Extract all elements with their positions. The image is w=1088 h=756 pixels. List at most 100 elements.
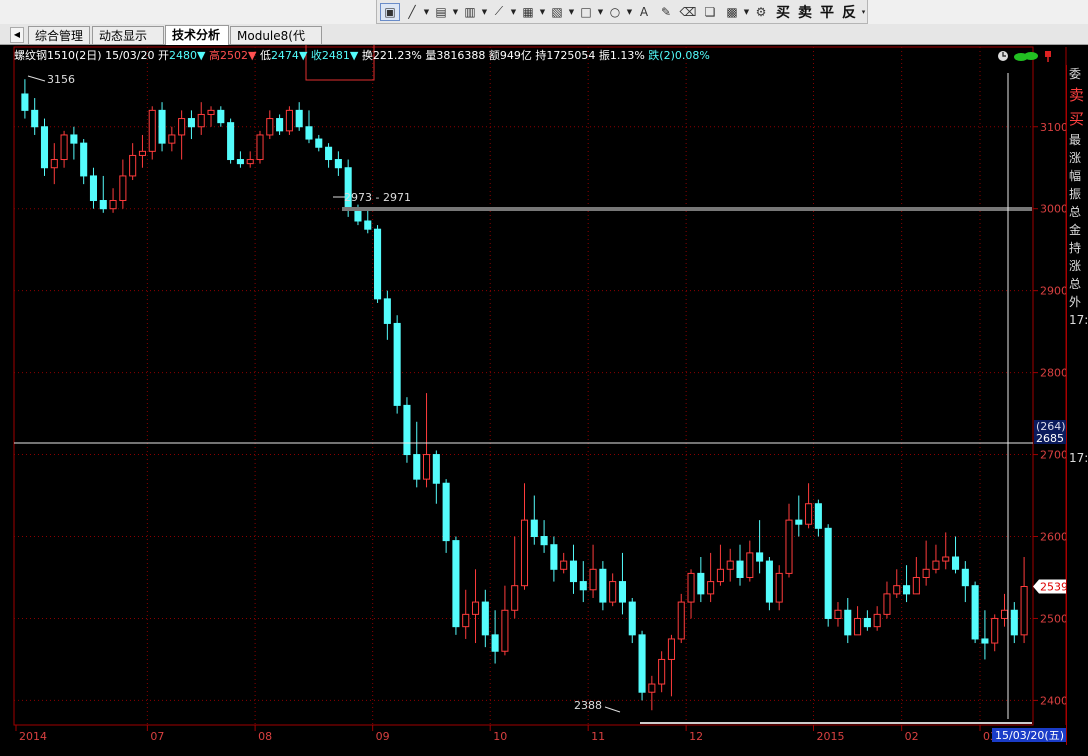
high-pointer <box>27 75 46 82</box>
dropdown-arrow-icon[interactable]: ▼ <box>568 8 575 16</box>
candle-body <box>325 146 333 161</box>
tab-bar: ◀ 综合管理动态显示牌技术分析Module8(代码) <box>0 24 1088 61</box>
gann-icon[interactable]: ▦ <box>518 3 538 21</box>
trade-button-3[interactable]: 反 <box>838 2 860 22</box>
bars-icon[interactable]: ▥ <box>460 3 480 21</box>
rect-icon[interactable]: □ <box>576 3 596 21</box>
chart-area[interactable]: 2400 2500 2600 2700 2800 2900 3000 3100 2014 07 08… <box>0 45 1088 756</box>
dropdown-arrow-icon[interactable]: ▼ <box>481 8 488 16</box>
candle-body <box>276 118 284 132</box>
quote-info-bar: 螺纹钢1510(2日) 15/03/20 开2480▼ 高2502▼ 低2474… <box>14 47 710 63</box>
candle-body <box>854 617 862 636</box>
candle-body <box>991 617 999 644</box>
trade-button-2[interactable]: 平 <box>816 2 838 22</box>
candle-body <box>550 544 558 570</box>
candle-body <box>40 126 49 169</box>
side-panel-item: 振 <box>1069 187 1082 201</box>
settings-icon[interactable]: ⚙ <box>751 3 771 21</box>
candle-body <box>60 134 68 161</box>
candle-body <box>961 568 969 587</box>
candle-body <box>805 503 813 525</box>
y-tick-label: 2700 <box>1040 449 1068 462</box>
candle-body <box>158 109 166 144</box>
x-tick-label: 2014 <box>19 730 47 743</box>
erase-icon[interactable]: ⌫ <box>678 3 698 21</box>
cloud-link-icon[interactable] <box>1013 50 1039 62</box>
trade-button-0[interactable]: 买 <box>772 2 794 22</box>
change: 跌(2)0.08% <box>648 49 710 62</box>
dropdown-arrow-icon[interactable]: ▼ <box>743 8 750 16</box>
candle-body <box>530 519 538 538</box>
candle-body <box>589 568 597 591</box>
clock-icon[interactable] <box>997 50 1009 62</box>
x-tick-label: 09 <box>376 730 390 743</box>
candle-body <box>383 298 391 324</box>
candle-body <box>119 175 127 202</box>
text-box-icon[interactable]: ▤ <box>431 3 451 21</box>
side-panel-item: 外 <box>1069 295 1082 309</box>
close-value: 2481 <box>321 49 350 62</box>
tab-2[interactable]: 技术分析 <box>165 25 229 45</box>
side-panel-item: 金 <box>1069 223 1082 237</box>
side-panel-item: 涨 <box>1069 151 1082 165</box>
fib-icon[interactable]: ▧ <box>547 3 567 21</box>
candle-body <box>266 118 274 136</box>
tab-3[interactable]: Module8(代码) <box>230 26 322 61</box>
side-panel-item: 总 <box>1069 205 1082 219</box>
dropdown-arrow-icon[interactable]: ▼ <box>626 8 633 16</box>
dropdown-arrow-icon[interactable]: ▼ <box>510 8 517 16</box>
candle-body <box>285 109 293 132</box>
candle-body <box>687 572 695 603</box>
candle-body <box>442 482 450 542</box>
close-label: 收 <box>310 49 322 62</box>
candle-body <box>129 154 137 177</box>
line-select-icon[interactable]: ▣ <box>380 2 400 21</box>
tab-scroll-left-icon[interactable]: ◀ <box>10 27 24 43</box>
dropdown-arrow-icon[interactable]: ▼ <box>452 8 459 16</box>
tab-1[interactable]: 动态显示牌 <box>92 26 164 61</box>
toolbar-overflow-icon[interactable]: ▾ <box>860 8 867 16</box>
trend-icon[interactable]: ⟋ <box>489 3 509 21</box>
low-label: 低 <box>259 49 271 62</box>
ellipse-icon[interactable]: ○ <box>605 3 625 21</box>
candle-body <box>912 576 920 595</box>
candlestick-chart[interactable]: 2400 2500 2600 2700 2800 2900 3000 3100 2014 07 08… <box>0 45 1088 756</box>
y-tick-label: 2400 <box>1040 694 1068 707</box>
range-label: 2973 - 2971 <box>344 191 411 204</box>
dropdown-arrow-icon[interactable]: ▼ <box>423 8 430 16</box>
dropdown-arrow-icon[interactable]: ▼ <box>597 8 604 16</box>
draw-line-icon[interactable]: ╱ <box>402 3 422 21</box>
candle-body <box>374 228 382 300</box>
dropdown-arrow-icon[interactable]: ▼ <box>539 8 546 16</box>
candle-body <box>178 118 186 136</box>
side-panel-time: 17: <box>1069 451 1088 465</box>
side-panel-item: 最 <box>1069 133 1082 147</box>
candle-body <box>295 109 303 128</box>
candle-body <box>824 527 832 619</box>
tab-0[interactable]: 综合管理 <box>28 26 90 44</box>
candle-body <box>520 519 529 587</box>
side-panel-item: 委 <box>1069 67 1082 81</box>
quote-date: 15/03/20 <box>105 49 155 62</box>
candle-body <box>491 634 499 652</box>
pin-icon[interactable] <box>1043 50 1053 62</box>
palette-icon[interactable]: ▩ <box>722 3 742 21</box>
candle-body <box>305 126 313 140</box>
candle-body <box>775 572 783 603</box>
measure-icon[interactable]: ✎ <box>656 3 676 21</box>
candle-body <box>403 404 411 456</box>
candle-body <box>648 683 656 693</box>
candle-body <box>246 159 254 165</box>
x-tick-label: 07 <box>150 730 164 743</box>
copy-icon[interactable]: ❏ <box>700 3 720 21</box>
bottom-strip <box>0 745 1088 756</box>
candle-body <box>618 581 626 603</box>
candle-body <box>599 568 607 603</box>
trade-button-1[interactable]: 卖 <box>794 2 816 22</box>
candle-body <box>413 454 421 480</box>
text-a-icon[interactable]: A <box>634 3 654 21</box>
high-arrow: ▼ <box>247 49 257 62</box>
candle-body <box>903 585 911 595</box>
candle-body <box>932 560 940 570</box>
candle-body <box>638 634 646 693</box>
